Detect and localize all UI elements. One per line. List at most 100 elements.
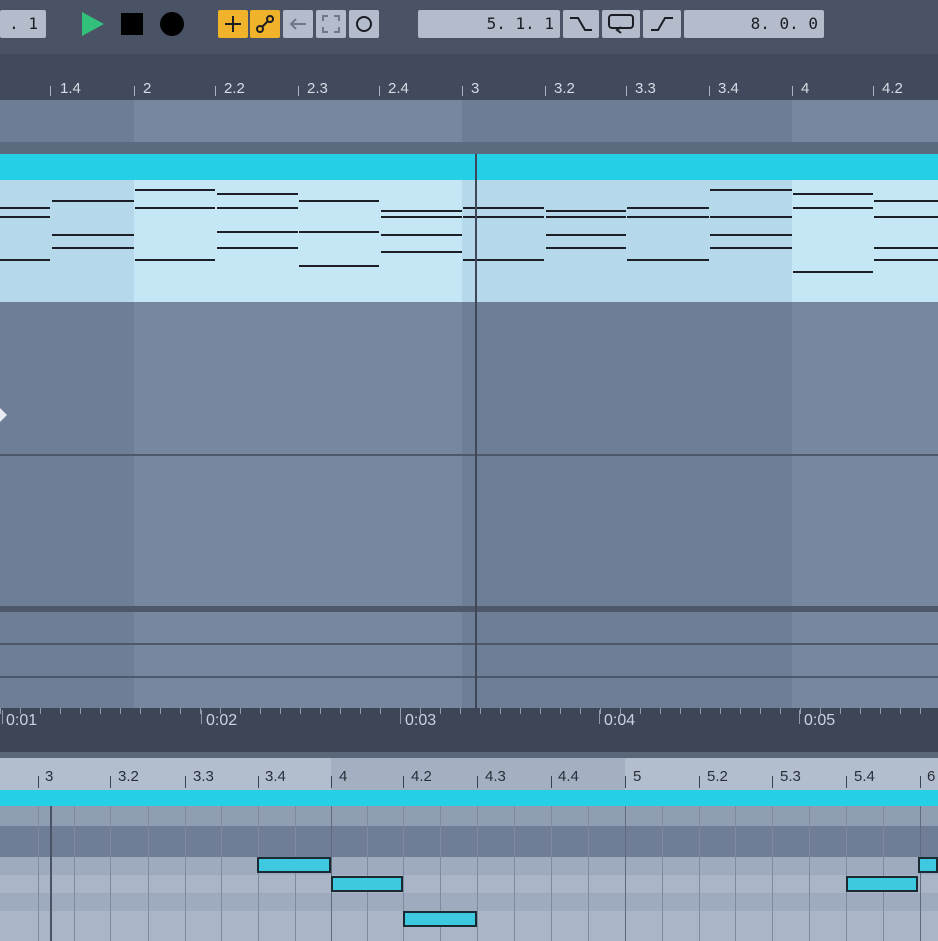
midi-clip-header[interactable] bbox=[0, 154, 938, 180]
play-button[interactable] bbox=[78, 10, 106, 38]
ruler-label: 5.3 bbox=[780, 768, 801, 785]
clip-note bbox=[0, 207, 50, 209]
clip-note bbox=[381, 234, 462, 236]
bar-shade bbox=[462, 302, 792, 708]
clip-note bbox=[546, 247, 626, 249]
ruler-tick bbox=[699, 776, 700, 788]
midi-note[interactable] bbox=[918, 857, 938, 873]
track-divider bbox=[0, 454, 938, 456]
grid-line bbox=[662, 806, 663, 941]
stop-button[interactable] bbox=[118, 10, 146, 38]
clip-note bbox=[710, 216, 792, 218]
clip-note bbox=[217, 231, 298, 233]
ruler-tick bbox=[379, 86, 380, 96]
ruler-tick bbox=[462, 86, 463, 96]
loop-region-lane[interactable] bbox=[0, 100, 938, 142]
ruler-label: 6 bbox=[927, 768, 936, 785]
plus-icon bbox=[225, 16, 241, 32]
key-row bbox=[0, 875, 938, 893]
ruler-label: 3 bbox=[471, 80, 480, 97]
clip-note bbox=[627, 259, 709, 261]
midi-clip-body[interactable] bbox=[0, 180, 938, 302]
link-button[interactable] bbox=[250, 10, 280, 38]
grid-line bbox=[148, 806, 149, 941]
bar-shade bbox=[0, 100, 134, 142]
time-label: 0:03 bbox=[405, 712, 437, 729]
ruler-tick bbox=[215, 86, 216, 96]
time-minor-ticks bbox=[0, 708, 938, 714]
ruler-tick bbox=[110, 776, 111, 788]
session-record-button[interactable] bbox=[349, 10, 379, 38]
ruler-label: 5.4 bbox=[854, 768, 875, 785]
punch-in-button[interactable] bbox=[563, 10, 599, 38]
clip-note bbox=[710, 234, 792, 236]
ruler-label: 2.2 bbox=[224, 80, 245, 97]
ruler-label: 3.4 bbox=[718, 80, 739, 97]
left-arrow-icon bbox=[289, 18, 306, 30]
position-field[interactable]: 5. 1. 1 bbox=[418, 10, 560, 38]
grid-line bbox=[699, 806, 700, 941]
grid-line bbox=[38, 806, 39, 941]
ruler-tick bbox=[545, 86, 546, 96]
stop-icon bbox=[121, 13, 143, 35]
grid-line bbox=[258, 806, 259, 941]
time-label: 0:05 bbox=[804, 712, 836, 729]
punch-in-icon bbox=[570, 17, 592, 31]
bar-shade bbox=[0, 302, 134, 708]
piano-roll-grid[interactable] bbox=[0, 806, 938, 941]
transport-bar: . 1 5. 1. 1 8. 0. 0 bbox=[0, 0, 938, 54]
ruler-label: 3.2 bbox=[118, 768, 139, 785]
beat-ruler[interactable]: 1.4 2 2.2 2.3 2.4 3 3.2 3.3 3.4 4 4.2 bbox=[0, 54, 938, 100]
clip-note bbox=[546, 210, 626, 212]
clip-note bbox=[52, 200, 134, 202]
bar-shade bbox=[0, 180, 134, 302]
ruler-tick bbox=[403, 776, 404, 788]
key-row bbox=[0, 857, 938, 875]
track-lanes[interactable] bbox=[0, 302, 938, 708]
grid-line bbox=[920, 806, 921, 941]
ruler-label: 2 bbox=[143, 80, 152, 97]
record-button[interactable] bbox=[158, 10, 186, 38]
punch-out-button[interactable] bbox=[643, 10, 681, 38]
back-to-arrangement-button[interactable] bbox=[283, 10, 313, 38]
midi-note[interactable] bbox=[846, 876, 918, 892]
add-button[interactable] bbox=[218, 10, 248, 38]
ruler-label: 3 bbox=[45, 768, 54, 785]
key-row bbox=[0, 893, 938, 911]
ruler-tick bbox=[38, 776, 39, 788]
clip-editor-loop-bar[interactable] bbox=[0, 790, 938, 806]
playhead[interactable] bbox=[475, 154, 477, 708]
grid-line bbox=[625, 806, 626, 941]
grid-line bbox=[514, 806, 515, 941]
punch-out-icon bbox=[651, 17, 673, 31]
ruler-tick bbox=[772, 776, 773, 788]
midi-note[interactable] bbox=[257, 857, 331, 873]
record-icon bbox=[160, 12, 184, 36]
bracket-frame-icon bbox=[322, 15, 340, 33]
ruler-tick bbox=[134, 86, 135, 96]
ruler-label: 4 bbox=[801, 80, 810, 97]
loop-start-marker bbox=[50, 806, 52, 941]
time-ruler[interactable]: 0:01 0:02 0:03 0:04 0:05 bbox=[0, 708, 938, 752]
tempo-field[interactable]: . 1 bbox=[0, 10, 46, 38]
track-divider bbox=[0, 606, 938, 612]
circle-icon bbox=[356, 16, 372, 32]
clip-note bbox=[217, 207, 298, 209]
ruler-label: 2.4 bbox=[388, 80, 409, 97]
clip-note bbox=[217, 193, 298, 195]
ruler-tick bbox=[477, 776, 478, 788]
bar-shade bbox=[462, 180, 792, 302]
clip-note bbox=[793, 271, 873, 273]
ruler-tick bbox=[298, 86, 299, 96]
loop-length-field[interactable]: 8. 0. 0 bbox=[684, 10, 824, 38]
clip-editor-ruler[interactable]: 3 3.2 3.3 3.4 4 4.2 4.3 4.4 5 5.2 5.3 5.… bbox=[0, 758, 938, 790]
loop-button[interactable] bbox=[602, 10, 640, 38]
ruler-tick bbox=[873, 86, 874, 96]
clip-note bbox=[627, 207, 709, 209]
punch-fit-button[interactable] bbox=[316, 10, 346, 38]
track-divider bbox=[0, 676, 938, 678]
clip-note bbox=[52, 247, 134, 249]
midi-note[interactable] bbox=[403, 911, 477, 927]
ruler-label: 4.2 bbox=[411, 768, 432, 785]
midi-note[interactable] bbox=[331, 876, 403, 892]
